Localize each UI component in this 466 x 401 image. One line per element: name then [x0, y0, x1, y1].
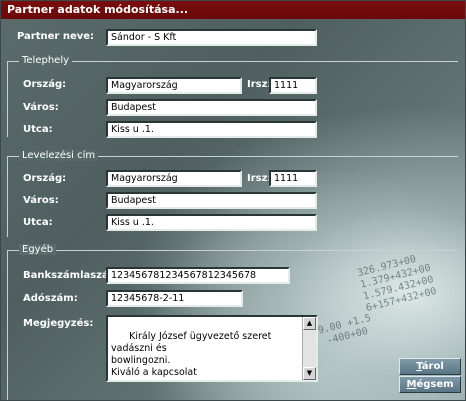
- telephely-street-label: Utca:: [23, 124, 53, 135]
- dialog-content: 326.973+00 1.379+432+00 1.579.432+00 6+1…: [1, 19, 465, 400]
- cancel-label: égsem: [416, 379, 454, 390]
- note-scrollbar[interactable]: ▲ ▼: [302, 317, 316, 380]
- note-label: Megjegyzés:: [23, 318, 94, 329]
- cancel-button[interactable]: Mégsem: [399, 376, 461, 393]
- telephely-zip-field[interactable]: 1111: [269, 77, 317, 94]
- window-title: Partner adatok módosítása...: [1, 1, 465, 19]
- levelezesi-zip-field[interactable]: 1111: [269, 170, 317, 187]
- tax-number-field[interactable]: 12345678-2-11: [106, 290, 243, 307]
- note-textarea[interactable]: Király József ügyvezető szeret vadászni …: [106, 315, 318, 382]
- levelezesi-street-label: Utca:: [23, 217, 53, 228]
- levelezesi-street-field[interactable]: Kiss u .1.: [106, 214, 317, 231]
- telephely-country-field[interactable]: Magyarország: [106, 77, 242, 94]
- bank-account-field[interactable]: 123456781234567812345678: [106, 267, 290, 284]
- telephely-city-field[interactable]: Budapest: [106, 99, 317, 116]
- tax-number-label: Adószám:: [23, 293, 78, 304]
- levelezesi-city-label: Város:: [23, 195, 59, 206]
- partner-name-label: Partner neve:: [17, 31, 95, 42]
- partner-name-field[interactable]: Sándor - S Kft: [106, 29, 317, 46]
- scroll-down-icon[interactable]: ▼: [303, 367, 316, 380]
- telephely-country-label: Ország:: [23, 79, 67, 90]
- telephely-city-label: Város:: [23, 102, 59, 113]
- cancel-accelerator: M: [406, 379, 417, 390]
- scroll-up-icon[interactable]: ▲: [303, 317, 316, 330]
- levelezesi-city-field[interactable]: Budapest: [106, 192, 317, 209]
- dialog-window: Partner adatok módosítása... 326.973+00 …: [0, 0, 466, 401]
- levelezesi-zip-label: Irsz:: [247, 173, 272, 184]
- save-button[interactable]: Tárol: [399, 358, 461, 375]
- levelezesi-country-field[interactable]: Magyarország: [106, 170, 242, 187]
- telephely-group-title: Telephely: [19, 55, 73, 66]
- save-label: árol: [421, 361, 444, 372]
- levelezesi-country-label: Ország:: [23, 173, 67, 184]
- telephely-street-field[interactable]: Kiss u .1.: [106, 121, 317, 138]
- note-text: Király József ügyvezető szeret vadászni …: [111, 331, 272, 378]
- egyeb-group-title: Egyéb: [19, 244, 57, 255]
- levelezesi-group-title: Levelezési cím: [19, 150, 99, 161]
- telephely-zip-label: Irsz:: [247, 79, 272, 90]
